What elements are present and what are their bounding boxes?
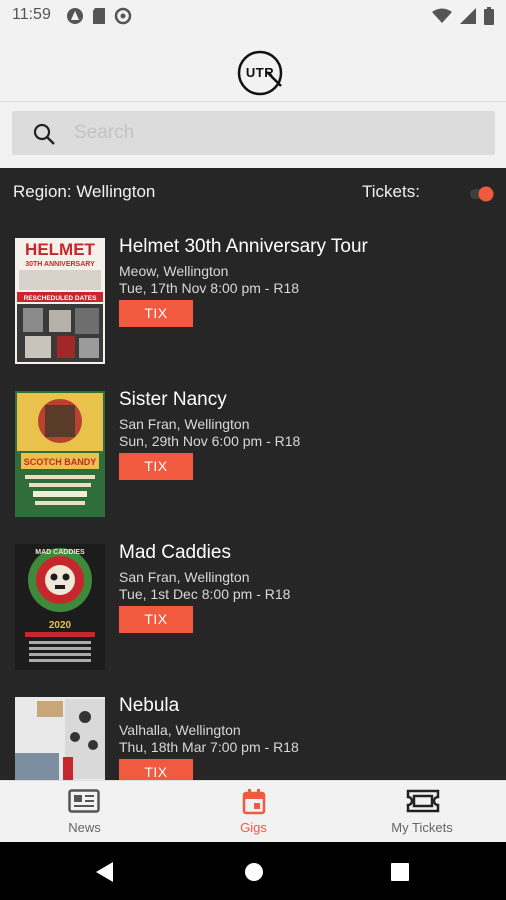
gig-date: Sun, 29th Nov 6:00 pm - R18 [119, 433, 301, 449]
nav-gigs-label: Gigs [240, 820, 267, 835]
gig-poster[interactable]: HELMET 30TH ANNIVERSARY RESCHEDULED DATE… [15, 238, 105, 364]
home-icon[interactable] [244, 862, 264, 882]
gig-item[interactable]: Nebula Valhalla, Wellington Thu, 18th Ma… [0, 695, 506, 780]
search-input[interactable] [74, 111, 474, 155]
gig-venue: San Fran, Wellington [119, 416, 250, 432]
status-bar: 11:59 [0, 0, 506, 32]
nav-news-label: News [68, 820, 101, 835]
poster-banner: RESCHEDULED DATES [24, 295, 97, 302]
gig-title[interactable]: Mad Caddies [119, 542, 231, 564]
status-system-icons [432, 7, 494, 25]
search-box[interactable] [12, 111, 495, 155]
gig-venue: Valhalla, Wellington [119, 722, 241, 738]
back-icon[interactable] [96, 862, 114, 882]
gig-poster[interactable]: SCOTCH BANDY [15, 391, 105, 517]
tickets-filter-label: Tickets: [362, 182, 420, 201]
gig-date: Tue, 1st Dec 8:00 pm - R18 [119, 586, 291, 602]
tix-button[interactable]: TIX [119, 606, 193, 633]
bottom-nav: News Gigs My Tickets [0, 780, 506, 842]
app-notification-icon [67, 8, 83, 24]
gig-item[interactable]: MAD CADDIES 2020 Mad Caddies San Fran, W… [0, 542, 506, 696]
system-nav-bar [0, 842, 506, 900]
app-header: UTR [0, 32, 506, 102]
sd-card-icon [93, 8, 105, 24]
poster-headline: MAD CADDIES [35, 549, 85, 556]
filter-bar: Region: Wellington Tickets: [0, 168, 506, 216]
nav-my-tickets-label: My Tickets [391, 820, 453, 835]
poster-headline: HELMET [25, 240, 96, 259]
wifi-icon [432, 8, 452, 23]
poster-banner: SCOTCH BANDY [24, 457, 97, 467]
gig-poster[interactable] [15, 697, 105, 780]
tix-button[interactable]: TIX [119, 300, 193, 327]
logo-text: UTR [245, 65, 275, 80]
nav-my-tickets[interactable]: My Tickets [338, 781, 506, 843]
newspaper-icon [68, 789, 100, 813]
poster-year: 2020 [49, 620, 72, 631]
nav-gigs[interactable]: Gigs [169, 781, 338, 843]
gig-date: Thu, 18th Mar 7:00 pm - R18 [119, 739, 299, 755]
status-time: 11:59 [12, 6, 51, 23]
ticket-icon [406, 789, 440, 813]
tix-button[interactable]: TIX [119, 453, 193, 480]
gig-poster[interactable]: MAD CADDIES 2020 [15, 544, 105, 670]
region-selector[interactable]: Region: Wellington [13, 182, 155, 202]
gig-title[interactable]: Sister Nancy [119, 389, 227, 411]
gig-list: HELMET 30TH ANNIVERSARY RESCHEDULED DATE… [0, 216, 506, 780]
calendar-icon [242, 789, 266, 815]
signal-icon [460, 8, 476, 24]
gig-item[interactable]: HELMET 30TH ANNIVERSARY RESCHEDULED DATE… [0, 236, 506, 390]
gig-title[interactable]: Helmet 30th Anniversary Tour [119, 236, 368, 258]
gig-date: Tue, 17th Nov 8:00 pm - R18 [119, 280, 300, 296]
poster-subtitle: 30TH ANNIVERSARY [25, 261, 95, 268]
gig-venue: San Fran, Wellington [119, 569, 250, 585]
nav-news[interactable]: News [0, 781, 169, 843]
at-sign-icon [114, 7, 132, 25]
recents-icon[interactable] [391, 863, 409, 881]
tickets-toggle[interactable] [468, 185, 496, 203]
gig-title[interactable]: Nebula [119, 695, 179, 717]
gig-item[interactable]: SCOTCH BANDY Sister Nancy San Fran, Well… [0, 389, 506, 543]
gig-venue: Meow, Wellington [119, 263, 229, 279]
status-notification-icons [66, 7, 132, 25]
utr-logo: UTR [235, 50, 285, 96]
search-icon [33, 123, 55, 145]
battery-icon [484, 7, 494, 25]
tix-button[interactable]: TIX [119, 759, 193, 780]
search-bar [0, 102, 506, 168]
